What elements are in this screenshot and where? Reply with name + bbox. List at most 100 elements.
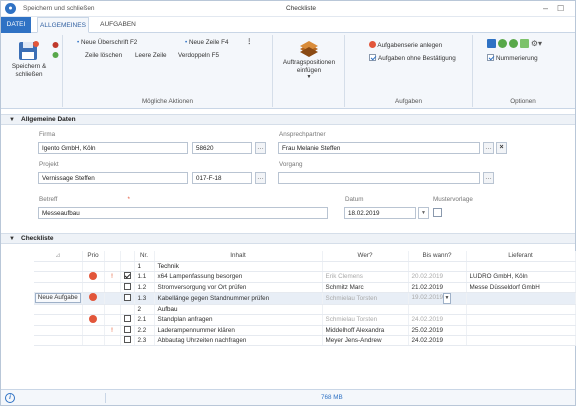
tasks-without-confirmation-checkbox[interactable]: Aufgaben ohne Bestätigung — [369, 54, 456, 62]
projekt-number-field[interactable]: 017-F-18 — [192, 172, 252, 184]
numbering-checkbox[interactable]: Nummerierung — [487, 54, 538, 62]
cell-lieferant[interactable] — [466, 292, 576, 305]
table-row[interactable]: 2.1 Standplan anfragen Schmielau Torsten… — [34, 314, 576, 326]
green-dot-icon[interactable] — [508, 39, 518, 48]
task-icon[interactable] — [89, 314, 97, 323]
new-heading-button[interactable]: • Neue Überschrift F2 — [77, 39, 137, 46]
table-row-selected[interactable]: Neue Aufgabe 1.3 Kabellänge gegen Standn… — [34, 292, 576, 305]
info-icon[interactable]: i — [5, 393, 15, 403]
cell-bis[interactable]: 21.02.2019 — [408, 282, 467, 293]
cell-bis[interactable]: 20.02.2019 — [408, 271, 467, 283]
col-header-inhalt[interactable]: Inhalt — [154, 251, 323, 262]
checkbox-icon — [369, 54, 376, 61]
table-row[interactable]: ! 1.1 x64 Lampenfassung besorgen Erik Cl… — [34, 271, 576, 283]
cell-bis[interactable]: 24.02.2019 — [408, 314, 467, 326]
firma-lookup-button[interactable]: … — [255, 142, 266, 154]
filter-icon[interactable] — [519, 39, 529, 48]
delete-row-button[interactable]: Zeile löschen — [85, 52, 122, 59]
memory-usage: 768 MB — [321, 394, 343, 401]
col-header-nr[interactable]: Nr. — [134, 251, 155, 262]
col-header-lieferant[interactable]: Lieferant — [466, 251, 576, 262]
cell-bis-editing[interactable]: 19.02.2019 ▼ — [408, 292, 467, 305]
cell-wer[interactable]: Schmitz Marc — [322, 282, 409, 293]
save-close-button[interactable]: Speichern & schließen — [7, 39, 51, 78]
date-dropdown-button[interactable]: ▼ — [418, 207, 429, 219]
done-checkbox[interactable] — [123, 335, 131, 343]
firma-number-field[interactable]: 58620 — [192, 142, 252, 154]
col-header-bis[interactable]: Bis wann? — [408, 251, 467, 262]
green-circle-icon[interactable] — [497, 39, 507, 48]
cell-lieferant[interactable] — [466, 325, 576, 336]
table-row[interactable]: 2.3 Abbautag Uhrzeiten nachfragen Meyer … — [34, 335, 576, 346]
maximize-button[interactable]: ☐ — [557, 4, 564, 13]
vorgang-lookup-button[interactable]: … — [483, 172, 494, 184]
projekt-field[interactable]: Vernissage Steffen — [38, 172, 188, 184]
ribbon-group-positions: Auftragspositionen einfügen ▼ — [273, 35, 345, 107]
cell-lieferant[interactable] — [466, 335, 576, 346]
tasks-without-confirmation-label: Aufgaben ohne Bestätigung — [378, 55, 456, 62]
duplicate-row-button[interactable]: Verdoppeln F5 — [178, 52, 219, 59]
empty-row-button[interactable]: Leere Zeile — [135, 52, 167, 59]
cell-lieferant[interactable] — [466, 314, 576, 326]
task-icon[interactable] — [89, 293, 97, 301]
cell-wer[interactable]: Erik Clemens — [322, 271, 409, 283]
contact-lookup-button[interactable]: … — [483, 142, 494, 154]
small-gear-icon[interactable] — [51, 41, 60, 63]
vorgang-field[interactable] — [278, 172, 480, 184]
settings-dropdown-icon[interactable]: ⚙▾ — [531, 39, 542, 48]
insert-positions-button[interactable]: Auftragspositionen einfügen ▼ — [277, 39, 341, 82]
create-series-button[interactable]: Aufgabenserie anlegen — [369, 41, 442, 49]
tab-allgemeines[interactable]: ALLGEMEINES — [37, 17, 89, 33]
done-checkbox[interactable] — [123, 282, 131, 290]
cell-bis[interactable]: 24.02.2019 — [408, 335, 467, 346]
general-section-header[interactable]: ▼ Allgemeine Daten — [1, 114, 575, 125]
col-header-prio[interactable]: Prio — [82, 251, 105, 262]
cell-inhalt[interactable]: Kabellänge gegen Standnummer prüfen — [154, 292, 323, 305]
betreff-field[interactable]: Messeaufbau — [38, 207, 328, 219]
cell-inhalt[interactable]: Stromversorgung vor Ort prüfen — [154, 282, 323, 293]
cell-wer[interactable]: Meyer Jens-Andrew — [322, 335, 409, 346]
new-row-button[interactable]: • Neue Zeile F4 — [185, 39, 229, 46]
minimize-button[interactable]: – — [543, 4, 548, 13]
new-task-button[interactable]: Neue Aufgabe — [35, 293, 81, 303]
grid-icon[interactable] — [487, 39, 496, 48]
contact-field[interactable]: Frau Melanie Steffen — [278, 142, 480, 154]
datum-field[interactable]: 18.02.2019 — [344, 207, 416, 219]
done-checkbox[interactable] — [123, 293, 131, 301]
cell-inhalt[interactable]: Standplan anfragen — [154, 314, 323, 326]
cell-lieferant[interactable]: Messe Düsseldorf GmbH — [466, 282, 576, 293]
table-row[interactable]: 2 Aufbau — [34, 304, 576, 315]
projekt-lookup-button[interactable]: … — [255, 172, 266, 184]
col-header-wer[interactable]: Wer? — [322, 251, 409, 262]
checklist-section-header[interactable]: ▼ Checkliste — [1, 233, 575, 244]
cell-wer[interactable]: Schmielau Torsten — [322, 314, 409, 326]
table-row[interactable]: 1.2 Stromversorgung vor Ort prüfen Schmi… — [34, 282, 576, 293]
done-checkbox[interactable] — [123, 325, 131, 333]
cell-wer[interactable]: Schmielau Torsten — [322, 292, 409, 305]
save-icon — [19, 41, 39, 60]
save-close-label-2: schließen — [15, 70, 43, 78]
contact-clear-button[interactable]: × — [496, 142, 507, 154]
task-icon[interactable] — [89, 271, 97, 280]
cell-inhalt[interactable]: x64 Lampenfassung besorgen — [154, 271, 323, 283]
date-dropdown-icon[interactable]: ▼ — [443, 292, 452, 303]
firma-field[interactable]: Igento GmbH, Köln — [38, 142, 188, 154]
cell-bis[interactable]: 25.02.2019 — [408, 325, 467, 336]
cell-wer[interactable]: Middelhoff Alexandra — [322, 325, 409, 336]
done-checkbox[interactable] — [123, 272, 131, 279]
tab-aufgaben[interactable]: AUFGABEN — [93, 17, 143, 33]
cell-inhalt[interactable]: Technik — [154, 261, 323, 272]
col-header-actions: ⊿ — [34, 251, 83, 262]
done-checkbox[interactable] — [123, 315, 131, 322]
cell-inhalt[interactable]: Abbautag Uhrzeiten nachfragen — [154, 335, 323, 346]
app-icon[interactable]: ● — [5, 3, 16, 14]
table-row[interactable]: 1 Technik — [34, 261, 576, 272]
cell-lieferant[interactable]: LUDRO GmbH, Köln — [466, 271, 576, 283]
template-checkbox[interactable] — [433, 208, 444, 218]
insert-positions-label-1: Auftragspositionen — [282, 59, 336, 66]
cell-inhalt[interactable]: Aufbau — [154, 304, 323, 315]
new-row-label: Neue Zeile F4 — [188, 39, 229, 46]
tab-datei[interactable]: DATEI — [1, 17, 31, 33]
cell-inhalt[interactable]: Laderampennummer klären — [154, 325, 323, 336]
table-row[interactable]: ! 2.2 Laderampennummer klären Middelhoff… — [34, 325, 576, 336]
